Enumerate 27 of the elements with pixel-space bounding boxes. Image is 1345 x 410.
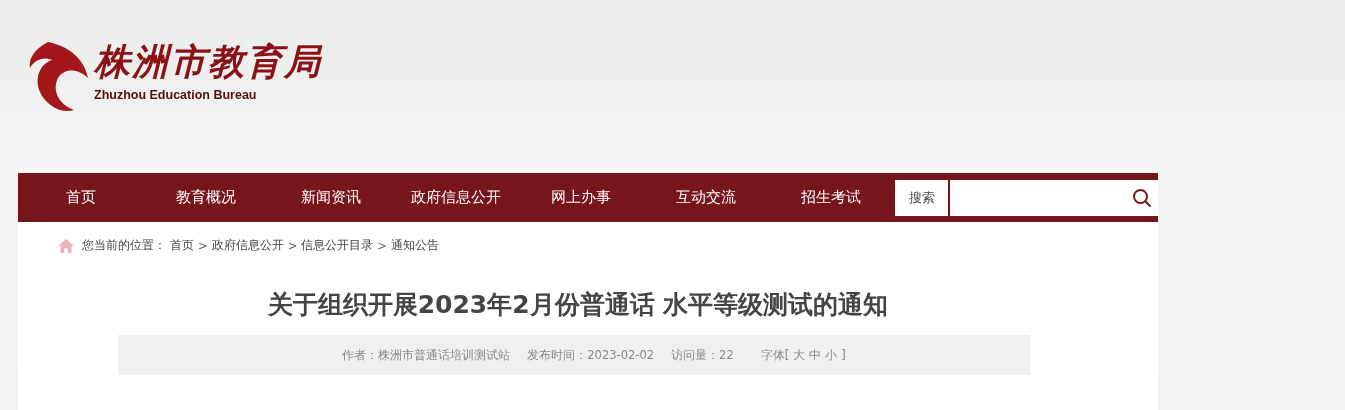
search-field[interactable] <box>950 179 1158 216</box>
nav-link[interactable]: 新闻资讯 <box>268 188 393 207</box>
breadcrumb-separator: > <box>377 238 387 253</box>
site-name-english: Zhuzhou Education Bureau <box>94 88 258 102</box>
location-label: 您当前的位置： <box>82 238 166 253</box>
home-icon <box>58 238 74 253</box>
view-count: 访问量：22 <box>671 347 734 363</box>
breadcrumb-link[interactable]: 首页 <box>170 238 194 253</box>
font-size-bracket: ] <box>841 347 846 363</box>
site-name: 株洲市教育局 <box>94 39 322 84</box>
nav-link[interactable]: 网上办事 <box>518 188 643 207</box>
search-icon <box>1132 187 1152 208</box>
nav-link[interactable]: 招生考试 <box>768 188 893 207</box>
font-size-label: 字体[ <box>760 347 790 363</box>
nav-link[interactable]: 政府信息公开 <box>393 188 518 207</box>
nav-link[interactable]: 首页 <box>18 188 143 207</box>
breadcrumb-link[interactable]: 政府信息公开 <box>211 238 284 253</box>
breadcrumb-separator: > <box>198 238 208 253</box>
breadcrumb-separator: > <box>287 238 298 253</box>
article-title: 关于组织开展2023年2月份普通话 水平等级测试的通知 <box>266 289 890 321</box>
breadcrumb-link[interactable]: 信息公开目录 <box>301 238 374 253</box>
author-text: 作者：株洲市普通话培训测试站 <box>342 347 511 363</box>
nav-link[interactable]: 互动交流 <box>643 188 768 207</box>
nav-link[interactable]: 教育概况 <box>143 188 268 207</box>
breadcrumb-link[interactable]: 通知公告 <box>390 238 439 253</box>
search-button[interactable]: 搜索 <box>895 179 948 216</box>
publish-date: 发布时间：2023-02-02 <box>527 347 655 363</box>
